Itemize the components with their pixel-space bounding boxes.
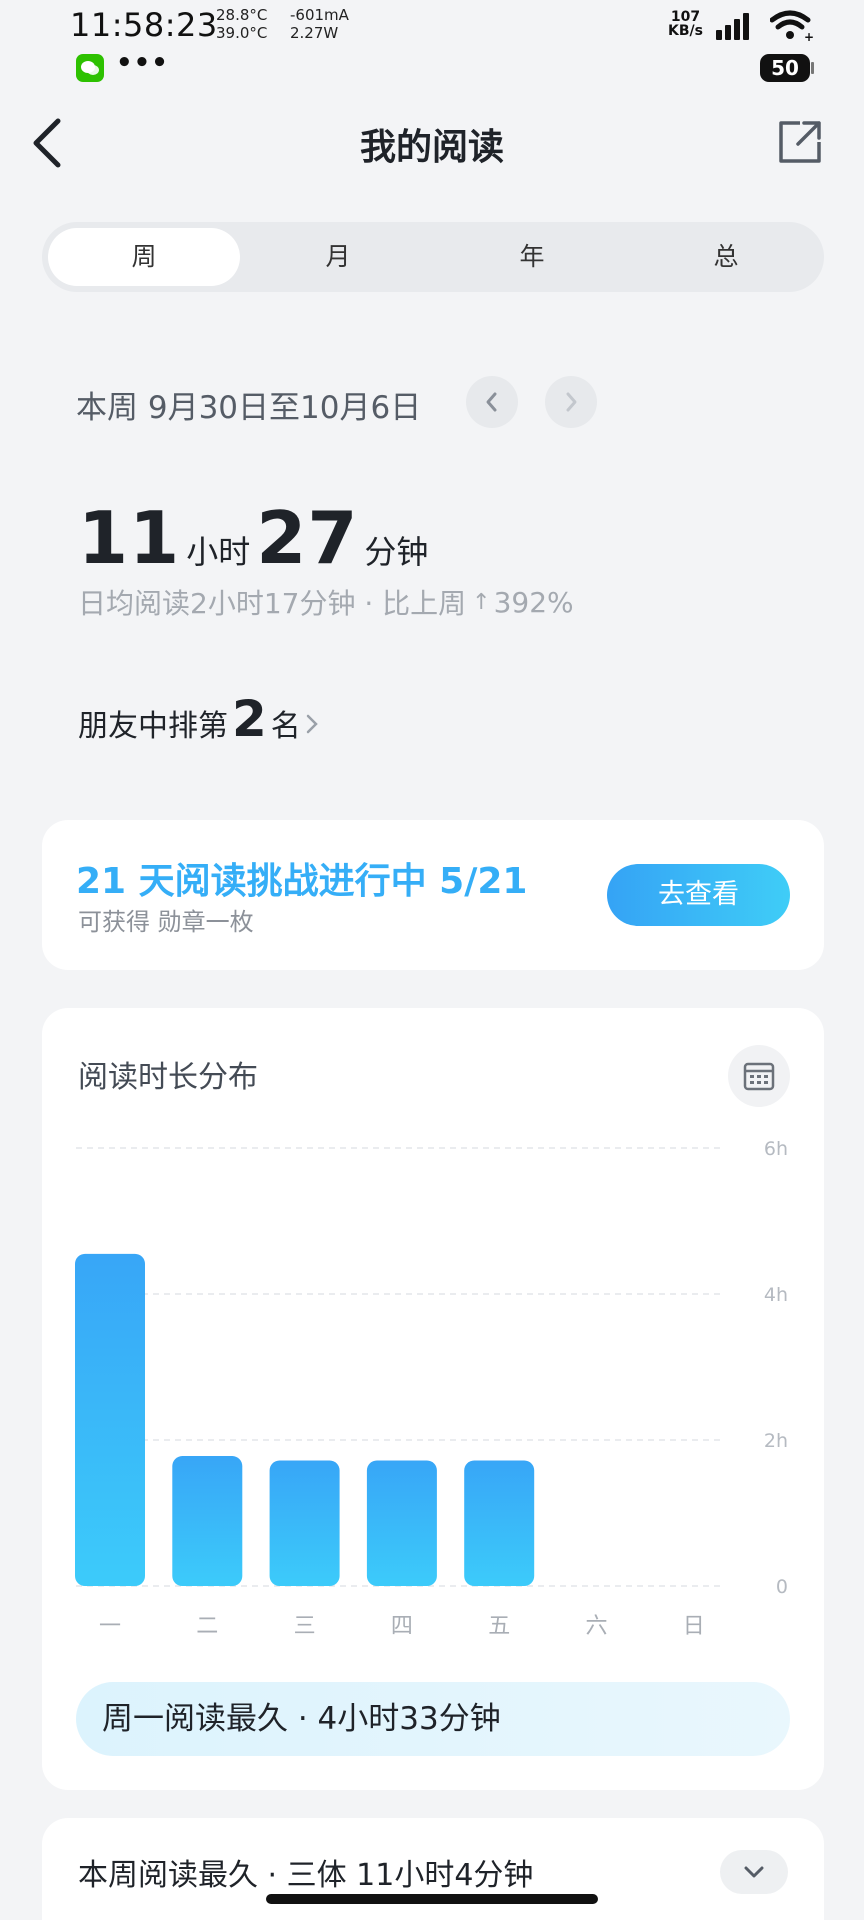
y-tick-label: 0	[776, 1576, 788, 1598]
x-tick-label: 三	[294, 1614, 316, 1639]
bar-一[interactable]	[75, 1253, 145, 1586]
total-hours: 11	[78, 496, 181, 580]
x-tick-label: 二	[196, 1614, 218, 1639]
total-reading-time: 11 小时 27 分钟	[78, 496, 434, 580]
chevron-down-icon	[744, 1866, 764, 1878]
x-tick-label: 六	[585, 1614, 607, 1639]
battery-cap	[811, 62, 814, 74]
longest-day-summary: 周一阅读最久 · 4小时33分钟	[76, 1682, 790, 1756]
svg-text:+: +	[804, 30, 814, 42]
prev-period-button[interactable]	[466, 376, 518, 428]
share-icon	[779, 121, 821, 163]
status-power: -601mA 2.27W	[290, 6, 349, 42]
bar-四[interactable]	[366, 1460, 437, 1586]
y-tick-label: 2h	[764, 1430, 788, 1452]
x-tick-label: 日	[683, 1614, 705, 1639]
page-title: 我的阅读	[359, 127, 504, 168]
y-tick-label: 6h	[764, 1138, 788, 1160]
wechat-notification-icon	[76, 54, 104, 82]
more-notifications-icon: •••	[116, 48, 169, 78]
challenge-title: 21 天阅读挑战进行中 5/21	[76, 861, 528, 902]
status-time: 11:58:23	[70, 6, 218, 44]
tab-year[interactable]: 年	[436, 228, 628, 286]
bar-二[interactable]	[172, 1456, 243, 1586]
share-button[interactable]	[778, 120, 822, 164]
tab-week[interactable]: 周	[48, 228, 240, 286]
chart-title: 阅读时长分布	[78, 1060, 258, 1095]
hours-unit: 小时	[186, 533, 251, 571]
challenge-subtitle: 可获得 勋章一枚	[78, 908, 254, 936]
expand-button[interactable]	[720, 1850, 788, 1894]
x-tick-label: 五	[488, 1614, 510, 1639]
network-speed: 107 KB/s	[668, 10, 703, 38]
x-tick-label: 四	[391, 1614, 413, 1639]
calendar-button[interactable]	[728, 1045, 790, 1107]
view-challenge-button[interactable]: 去查看	[607, 864, 790, 926]
longest-book-text: 本周阅读最久 · 三体 11小时4分钟	[78, 1858, 534, 1893]
total-minutes: 27	[256, 496, 359, 580]
chevron-left-icon	[486, 392, 497, 412]
bar-五[interactable]	[464, 1460, 535, 1586]
rank-prefix: 朋友中排第	[78, 709, 228, 744]
signal-icon	[716, 13, 749, 40]
calendar-icon	[743, 1062, 775, 1091]
status-temp1: 28.8°C	[216, 6, 268, 24]
status-temps: 28.8°C 39.0°C	[216, 6, 267, 42]
chevron-right-icon	[306, 714, 318, 734]
week-change: 392%	[493, 585, 574, 619]
status-watt: 2.27W	[290, 24, 339, 42]
bar-三[interactable]	[269, 1460, 340, 1586]
up-arrow-icon: ↑	[472, 589, 491, 615]
x-tick-label: 一	[99, 1614, 121, 1639]
network-speed-unit: KB/s	[668, 23, 703, 39]
status-current: -601mA	[290, 6, 349, 24]
date-range: 本周 9月30日至10月6日	[76, 390, 422, 426]
period-tabs: 周 月 年 总	[42, 222, 824, 292]
next-period-button[interactable]	[545, 376, 597, 428]
chevron-right-icon	[566, 392, 577, 412]
reading-time-bar-chart: 0 2h 4h 6h 一 二 三 四 五 六 日	[75, 1138, 788, 1639]
rank-suffix: 名	[270, 709, 301, 744]
status-temp2: 39.0°C	[216, 24, 268, 42]
friend-rank-link[interactable]: 朋友中排第 2 名	[78, 690, 319, 748]
battery-indicator: 50	[760, 54, 810, 82]
daily-average: 日均阅读2小时17分钟 · 比上周 ↑ 392%	[78, 582, 574, 622]
wifi-icon: +	[770, 10, 814, 42]
daily-average-text: 日均阅读2小时17分钟 · 比上周	[78, 587, 467, 620]
minutes-unit: 分钟	[364, 533, 429, 571]
tab-total[interactable]: 总	[630, 228, 822, 286]
home-indicator[interactable]	[266, 1894, 598, 1904]
rank-value: 2	[232, 690, 267, 748]
y-tick-label: 4h	[764, 1284, 788, 1306]
network-speed-value: 107	[670, 9, 701, 25]
tab-month[interactable]: 月	[242, 228, 434, 286]
